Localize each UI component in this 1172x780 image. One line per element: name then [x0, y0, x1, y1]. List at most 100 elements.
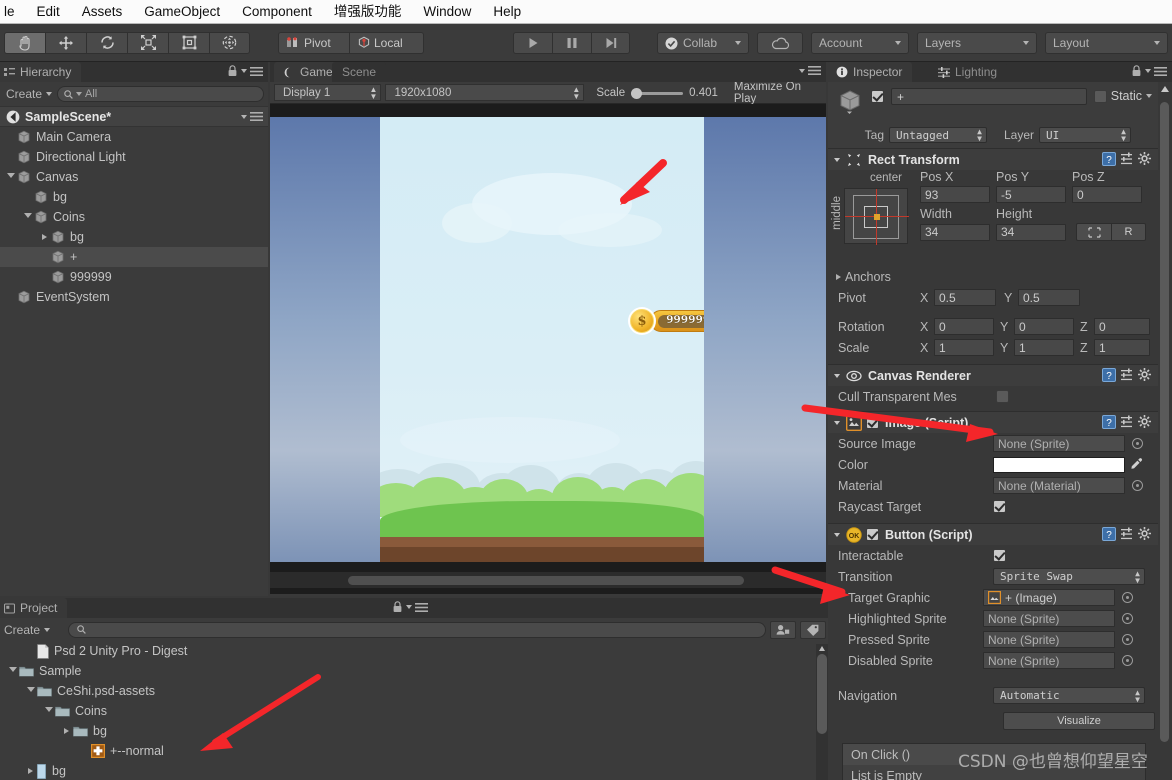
foldout-icon[interactable]	[834, 157, 840, 162]
help-icon[interactable]: ?	[1102, 527, 1116, 541]
tab-hierarchy[interactable]: Hierarchy	[0, 62, 82, 82]
help-icon[interactable]: ?	[1102, 152, 1116, 166]
layers-button[interactable]: Layers	[917, 32, 1037, 54]
highlighted-sprite-field[interactable]: None (Sprite)	[983, 610, 1115, 627]
lock-icon[interactable]	[227, 65, 238, 77]
chevron-down-icon[interactable]	[241, 69, 247, 73]
transition-dropdown[interactable]: Sprite Swap ▲ ▼	[993, 568, 1145, 585]
material-field[interactable]: None (Material)	[993, 477, 1125, 494]
gear-icon[interactable]	[1138, 527, 1152, 541]
project-create-button[interactable]: Create	[2, 623, 64, 637]
cull-transparent-checkbox[interactable]	[996, 390, 1009, 403]
pos-z-input[interactable]: 0	[1072, 186, 1142, 203]
project-row[interactable]: +--normal	[0, 741, 828, 761]
scene-context-menu[interactable]	[241, 111, 263, 122]
game-view-horizontal-scrollbar[interactable]	[270, 572, 826, 588]
disabled-sprite-field[interactable]: None (Sprite)	[983, 652, 1115, 669]
tab-project[interactable]: Project	[0, 598, 68, 618]
pivot-y-input[interactable]: 0.5	[1018, 289, 1080, 306]
hierarchy-row[interactable]: +	[0, 247, 268, 267]
game-view-canvas[interactable]: 999999 $	[270, 104, 826, 594]
menu-item-component[interactable]: Component	[231, 0, 323, 24]
move-tool-button[interactable]	[45, 31, 86, 54]
scrollbar-thumb[interactable]	[1160, 102, 1169, 742]
pressed-sprite-field[interactable]: None (Sprite)	[983, 631, 1115, 648]
scale-y-input[interactable]: 1	[1014, 339, 1074, 356]
account-button[interactable]: Account	[811, 32, 909, 54]
object-name-input[interactable]: +	[891, 88, 1087, 105]
inspector-vertical-scrollbar[interactable]	[1159, 84, 1170, 774]
display-dropdown[interactable]: Display 1 ▲ ▼	[274, 84, 382, 101]
pos-x-input[interactable]: 93	[920, 186, 990, 203]
foldout-icon[interactable]	[834, 420, 840, 425]
canvas-renderer-header[interactable]: Canvas Renderer ?	[828, 364, 1158, 386]
preset-icon[interactable]	[1120, 368, 1134, 382]
rotation-z-input[interactable]: 0	[1094, 318, 1150, 335]
tag-dropdown[interactable]: Untagged ▲ ▼	[889, 127, 987, 143]
hierarchy-row[interactable]: 999999	[0, 267, 268, 287]
foldout-icon[interactable]	[38, 234, 51, 240]
scale-z-input[interactable]: 1	[1094, 339, 1150, 356]
lock-icon[interactable]	[392, 601, 403, 613]
gear-icon[interactable]	[1138, 415, 1152, 429]
layer-dropdown[interactable]: UI ▲ ▼	[1039, 127, 1131, 143]
chevron-down-icon[interactable]	[1146, 94, 1152, 98]
object-enabled-checkbox[interactable]	[871, 90, 884, 103]
pause-button[interactable]	[552, 32, 591, 54]
image-script-header[interactable]: Image (Script) ?	[828, 411, 1158, 433]
navigation-dropdown[interactable]: Automatic ▲ ▼	[993, 687, 1145, 704]
foldout-icon[interactable]	[42, 707, 55, 715]
scale-slider-group[interactable]: Scale 0.401	[596, 87, 718, 99]
menu-item-edit[interactable]: Edit	[26, 0, 71, 24]
target-graphic-picker-icon[interactable]	[1122, 592, 1133, 603]
foldout-icon[interactable]	[834, 373, 840, 378]
menu-item-gameobject[interactable]: GameObject	[133, 0, 231, 24]
menu-item-help[interactable]: Help	[482, 0, 532, 24]
project-row[interactable]: Coins	[0, 701, 828, 721]
preset-icon[interactable]	[1120, 152, 1134, 166]
hamburger-menu-icon[interactable]	[250, 66, 263, 77]
menu-item-enhanced[interactable]: 增强版功能	[323, 0, 413, 24]
menu-item-window[interactable]: Window	[412, 0, 482, 24]
eyedropper-icon[interactable]	[1130, 457, 1143, 473]
hierarchy-create-button[interactable]: Create	[4, 87, 53, 101]
local-toggle-button[interactable]: Local	[350, 31, 424, 54]
target-graphic-field[interactable]: + (Image)	[983, 589, 1115, 606]
step-button[interactable]	[591, 32, 630, 54]
project-row[interactable]: bg	[0, 721, 828, 741]
highlighted-sprite-picker-icon[interactable]	[1122, 613, 1133, 624]
project-row[interactable]: CeShi.psd-assets	[0, 681, 828, 701]
foldout-icon[interactable]	[834, 532, 840, 537]
rotation-y-input[interactable]: 0	[1014, 318, 1074, 335]
menu-item-assets[interactable]: Assets	[71, 0, 134, 24]
foldout-icon[interactable]	[24, 687, 37, 695]
gear-icon[interactable]	[1138, 368, 1152, 382]
gear-icon[interactable]	[1138, 152, 1152, 166]
lock-icon[interactable]	[1131, 65, 1142, 77]
project-row[interactable]: bg	[0, 761, 828, 780]
hierarchy-row[interactable]: EventSystem	[0, 287, 268, 307]
project-row[interactable]: Sample	[0, 661, 828, 681]
width-input[interactable]: 34	[920, 223, 990, 241]
static-toggle-group[interactable]: Static	[1093, 89, 1152, 103]
hamburger-menu-icon[interactable]	[808, 65, 821, 76]
source-image-picker-icon[interactable]	[1132, 438, 1143, 449]
foldout-icon[interactable]	[832, 273, 845, 280]
project-vertical-scrollbar[interactable]	[816, 644, 828, 780]
pos-y-input[interactable]: -5	[996, 186, 1066, 203]
layout-button[interactable]: Layout	[1045, 32, 1168, 54]
anchor-preset-widget[interactable]	[844, 188, 909, 245]
rotation-x-input[interactable]: 0	[934, 318, 994, 335]
transform-tool-button[interactable]	[209, 31, 250, 54]
project-search-input[interactable]	[68, 621, 766, 638]
project-row[interactable]: Psd 2 Unity Pro - Digest	[0, 641, 828, 661]
scale-x-input[interactable]: 1	[934, 339, 994, 356]
scene-root-row[interactable]: SampleScene*	[0, 106, 268, 127]
foldout-icon[interactable]	[24, 768, 37, 774]
scale-tool-button[interactable]	[127, 31, 168, 54]
tab-inspector[interactable]: Inspector	[826, 62, 913, 82]
chevron-down-icon[interactable]	[406, 605, 412, 609]
source-image-field[interactable]: None (Sprite)	[993, 435, 1125, 452]
height-input[interactable]: 34	[996, 223, 1066, 241]
visualize-button[interactable]: Visualize	[1003, 711, 1155, 730]
